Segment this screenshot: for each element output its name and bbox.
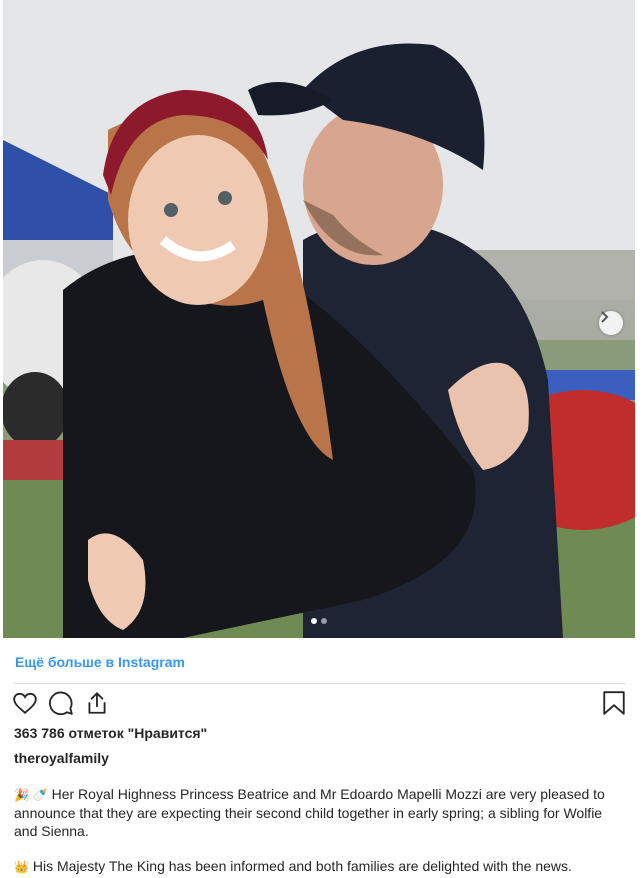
- share-button[interactable]: [84, 690, 110, 721]
- caption-text: His Majesty The King has been informed a…: [32, 858, 572, 874]
- carousel-next-button[interactable]: [599, 311, 623, 335]
- heart-icon: [13, 692, 37, 714]
- crown-emoji: 👑: [14, 860, 29, 874]
- chevron-right-icon: [601, 311, 609, 323]
- likes-count[interactable]: 363 786 отметок "Нравится": [14, 725, 207, 741]
- divider: [14, 683, 625, 684]
- celebration-emoji: 🎉 🍼: [14, 788, 48, 802]
- like-button[interactable]: [12, 690, 38, 721]
- comment-button[interactable]: [48, 690, 74, 721]
- comment-icon: [49, 691, 73, 716]
- carousel-indicator: [311, 618, 327, 624]
- action-bar: [12, 690, 626, 720]
- share-icon: [88, 692, 106, 714]
- post-photo[interactable]: [3, 0, 635, 638]
- instagram-embed: Ещё больше в Instagram 363 786 отметок "…: [0, 0, 644, 878]
- caption-text: Her Royal Highness Princess Beatrice and…: [14, 786, 605, 839]
- account-username[interactable]: theroyalfamily: [14, 750, 109, 766]
- caption-paragraph: 👑 His Majesty The King has been informed…: [14, 857, 614, 876]
- photo-illustration: [3, 0, 635, 638]
- caption-paragraph: 🎉 🍼 Her Royal Highness Princess Beatrice…: [14, 785, 614, 840]
- more-on-instagram-link[interactable]: Ещё больше в Instagram: [15, 654, 185, 670]
- bookmark-icon: [603, 691, 625, 715]
- carousel-dot-active: [311, 618, 317, 624]
- carousel-dot: [321, 618, 327, 624]
- save-button[interactable]: [602, 690, 626, 721]
